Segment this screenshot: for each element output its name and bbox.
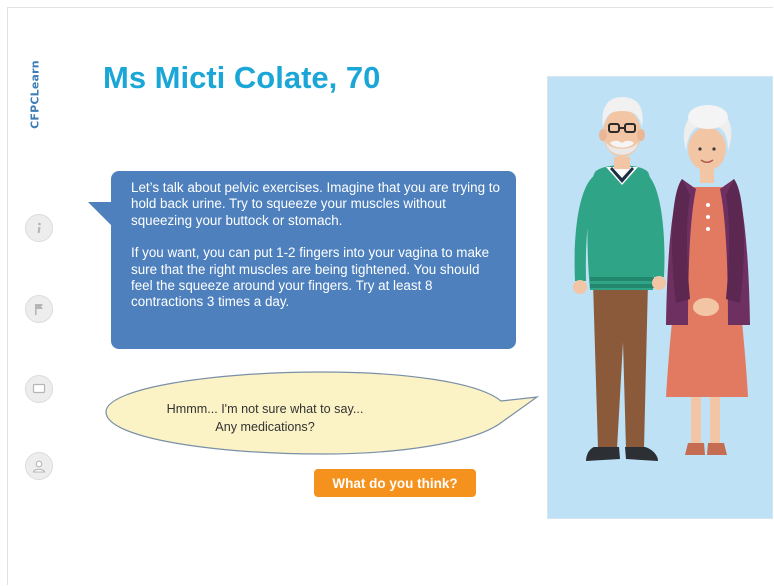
user-icon[interactable] [25, 452, 53, 480]
chat-icon[interactable] [25, 375, 53, 403]
doctor-message-bubble: Let’s talk about pelvic exercises. Imagi… [111, 171, 516, 349]
brand-logo: CFPCLearn [22, 60, 48, 140]
patient-reply-line-2: Any medications? [215, 420, 315, 434]
what-do-you-think-button[interactable]: What do you think? [314, 469, 476, 497]
brand-name: CFPCLearn [28, 60, 42, 129]
patient-illustration [547, 76, 773, 519]
elderly-couple-image [573, 97, 750, 461]
patient-reply-line-1: Hmmm... I'm not sure what to say... [166, 402, 364, 416]
doctor-message-paragraph-1: Let’s talk about pelvic exercises. Imagi… [131, 180, 500, 228]
doctor-message-paragraph-2: If you want, you can put 1-2 fingers int… [131, 245, 490, 310]
flag-icon[interactable] [25, 295, 53, 323]
info-icon[interactable] [25, 214, 53, 242]
patient-reply-text: Hmmm... I'm not sure what to say... Any … [150, 400, 380, 436]
page-title: Ms Micti Colate, 70 [103, 60, 381, 95]
